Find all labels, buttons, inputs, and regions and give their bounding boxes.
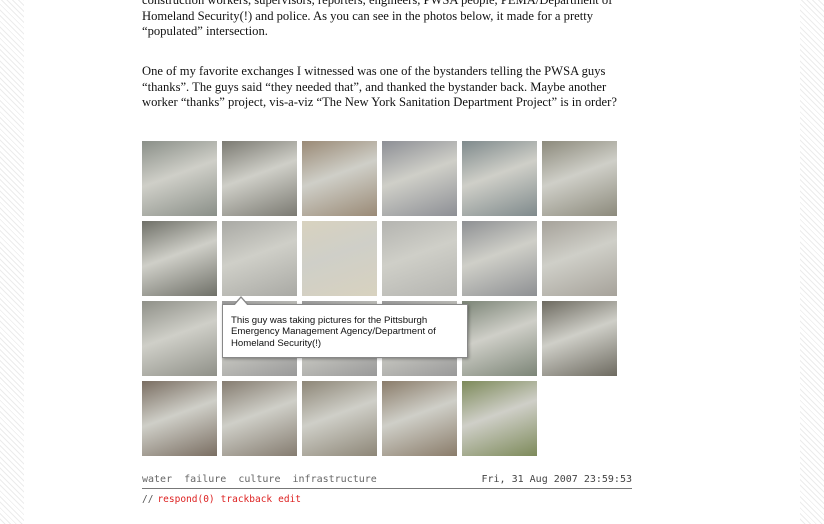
photo-crack-barricade[interactable] — [142, 221, 217, 296]
tag-link[interactable]: infrastructure — [293, 474, 377, 485]
photo-flooded-street[interactable] — [382, 141, 457, 216]
tag-list: water failure culture infrastructure — [142, 474, 383, 485]
photo-man-blue-shirt[interactable] — [542, 141, 617, 216]
photo-rubble[interactable] — [222, 381, 297, 456]
photo-homeland-security-seal[interactable] — [302, 221, 377, 296]
photo-white-van[interactable] — [542, 221, 617, 296]
left-stripe-border — [0, 0, 24, 524]
right-stripe-border — [800, 0, 824, 524]
photo-grass-drain[interactable] — [462, 381, 537, 456]
post-meta: water failure culture infrastructure Fri… — [142, 474, 632, 489]
photo-gallery — [142, 141, 622, 457]
post-actions: //respond(0) trackback edit — [142, 494, 307, 505]
post-date: Fri, 31 Aug 2007 23:59:53 — [481, 474, 632, 485]
photo-excavation-pit[interactable] — [542, 301, 617, 376]
photo-street-view[interactable] — [142, 141, 217, 216]
photo-workers-standing[interactable] — [302, 381, 377, 456]
tag-link[interactable]: failure — [184, 474, 226, 485]
photo-trucks-crowd[interactable] — [462, 141, 537, 216]
actions-prefix: // — [142, 494, 154, 505]
edit-link[interactable]: edit — [278, 494, 301, 505]
tag-link[interactable]: culture — [238, 474, 280, 485]
photo-caption-tooltip: This guy was taking pictures for the Pit… — [222, 296, 468, 358]
tag-link[interactable]: water — [142, 474, 172, 485]
tooltip-text: This guy was taking pictures for the Pit… — [231, 315, 436, 349]
trackback-link[interactable]: trackback — [221, 494, 272, 505]
photo-workers-vests[interactable] — [462, 301, 537, 376]
post-paragraph-1: construction workers, supervisors, repor… — [142, 0, 613, 39]
photo-wet-pavement[interactable] — [222, 141, 297, 216]
photo-van-workers[interactable] — [382, 221, 457, 296]
photo-intersection-buildings[interactable] — [302, 141, 377, 216]
respond-link[interactable]: respond(0) — [157, 494, 214, 505]
post-paragraph-2: One of my favorite exchanges I witnessed… — [142, 64, 617, 110]
photo-cones-building[interactable] — [222, 221, 297, 296]
photo-workers-crowd[interactable] — [462, 221, 537, 296]
photo-street-sign[interactable] — [142, 301, 217, 376]
photo-muddy-hole[interactable] — [382, 381, 457, 456]
photo-worker-digging[interactable] — [142, 381, 217, 456]
